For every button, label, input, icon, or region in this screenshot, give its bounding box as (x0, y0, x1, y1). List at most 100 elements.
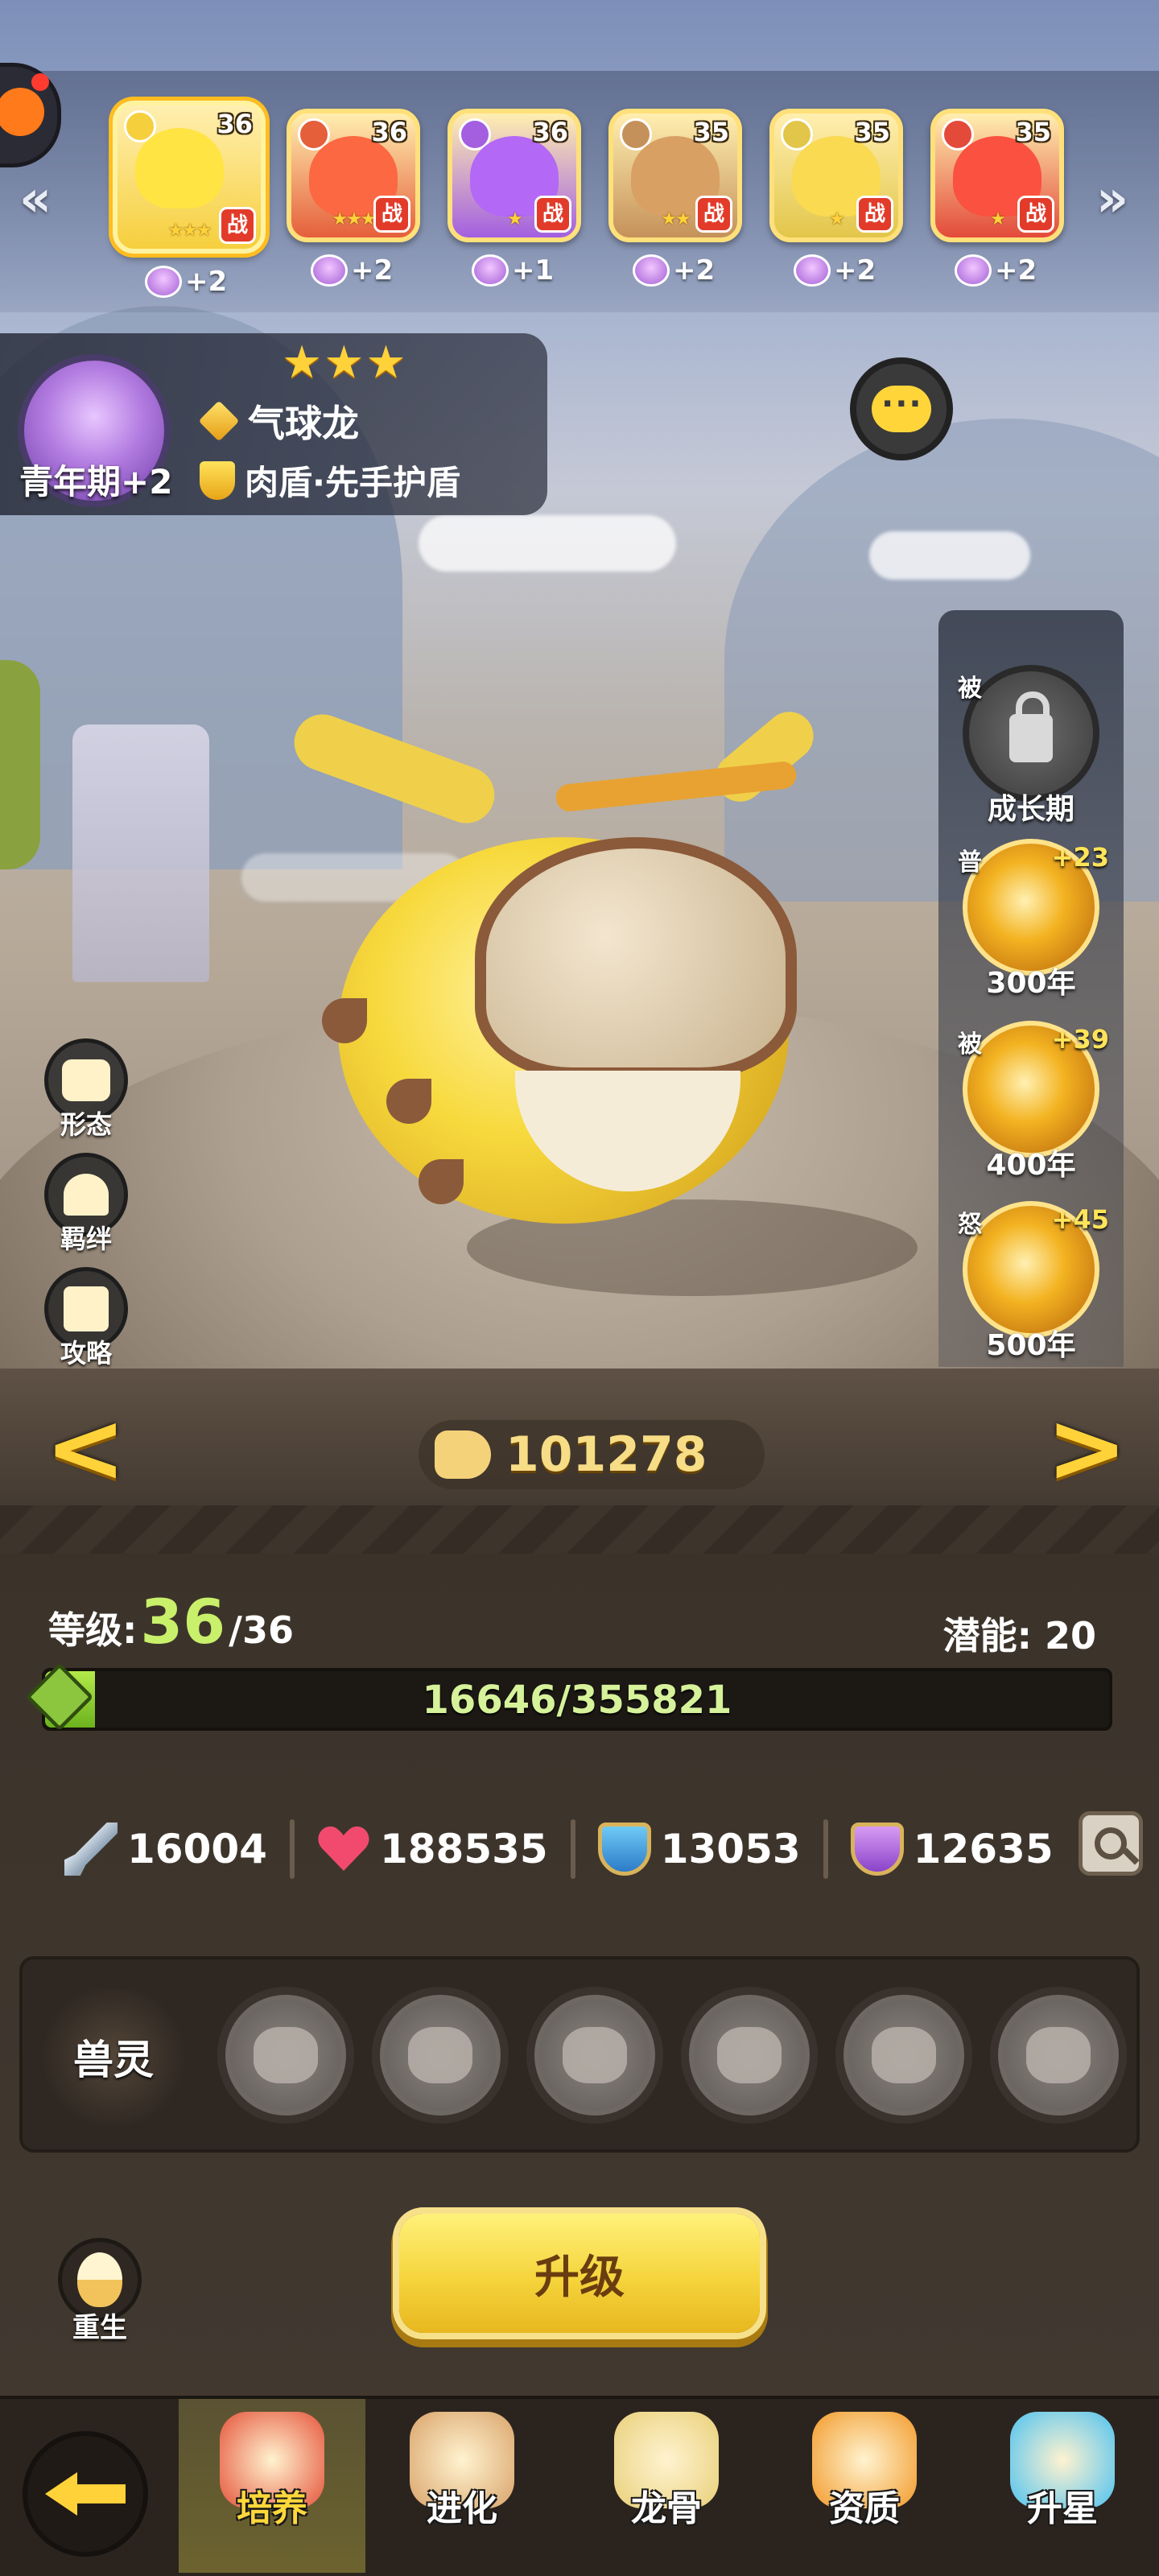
pet-growth-plus: +2 (794, 254, 876, 287)
stats-detail-button[interactable] (1079, 1811, 1143, 1876)
roster-prev-button[interactable]: « (19, 169, 52, 228)
skill-type-tag: 被 (958, 675, 982, 703)
pet-stars: ★ (829, 209, 845, 229)
tab-aptitude[interactable]: 资质 (771, 2399, 958, 2573)
skill-slot[interactable]: 被 +39 400年 (947, 1021, 1116, 1183)
shield-role-icon (200, 460, 235, 500)
skill-slot[interactable]: 怒 +45 500年 (947, 1201, 1116, 1364)
spirit-silhouette-icon (1026, 2027, 1091, 2083)
bond-button[interactable]: 羁绊 (42, 1153, 130, 1256)
in-battle-badge: 战 (695, 196, 732, 233)
hp-value: 188535 (379, 1826, 548, 1872)
paw-egg-icon (472, 254, 509, 287)
skill-type-tag: 被 (958, 1030, 982, 1059)
cracked-egg-icon (77, 2252, 122, 2307)
next-pet-arrow[interactable]: > (1046, 1401, 1128, 1497)
pet-level: 36 (532, 117, 568, 147)
upgrade-button[interactable]: 升级 (399, 2214, 760, 2333)
back-button[interactable] (23, 2431, 148, 2557)
spirit-silhouette-icon (254, 2027, 318, 2083)
tab-label: 升星 (1027, 2488, 1098, 2529)
roster-next-button[interactable]: » (1096, 169, 1128, 228)
growth-plus-value: +2 (185, 266, 228, 298)
background-plant (0, 660, 40, 869)
spirit-silhouette-icon (872, 2027, 936, 2083)
in-battle-badge: 战 (1017, 196, 1054, 233)
pet-roster-card[interactable]: 36 ★ 战 (448, 109, 581, 242)
rebirth-label: 重生 (72, 2312, 127, 2344)
growth-plus-value: +2 (351, 254, 394, 287)
tab-dragon-bone[interactable]: 龙骨 (573, 2399, 760, 2573)
in-battle-badge: 战 (219, 207, 256, 244)
stats-row: 16004 188535 13053 12635 (64, 1819, 1095, 1879)
magic-defense-stat: 12635 (850, 1823, 1054, 1876)
pet-level: 36 (217, 109, 253, 139)
level-label: 等级: (48, 1608, 138, 1652)
skill-bonus: +45 (1051, 1204, 1109, 1235)
back-arrow-icon (45, 2472, 126, 2516)
background-cloud (419, 515, 676, 572)
rebirth-button[interactable]: 重生 (52, 2238, 148, 2345)
beast-spirit-slot[interactable] (681, 1987, 818, 2124)
tab-evolve[interactable]: 进化 (369, 2399, 555, 2573)
notification-dot (31, 73, 49, 91)
skill-type-tag: 怒 (958, 1211, 982, 1239)
pet-roster-card[interactable]: 35 ★ 战 (769, 109, 903, 242)
beast-spirit-slot[interactable] (990, 1987, 1127, 2124)
pet-stars: ★ (507, 209, 523, 229)
prev-pet-arrow[interactable]: < (45, 1401, 126, 1497)
pet-roster-card[interactable]: 36 ★★★ 战 (287, 109, 420, 242)
beast-spirit-slot[interactable] (217, 1987, 354, 2124)
stat-divider (289, 1819, 295, 1879)
tab-star-up[interactable]: 升星 (969, 2399, 1156, 2573)
defense-stat: 13053 (597, 1823, 801, 1876)
lock-icon (1009, 691, 1053, 762)
pet-stars: ★ (990, 209, 1006, 229)
pet-trait: 肉盾·先手护盾 (245, 463, 460, 502)
beast-spirit-slot[interactable] (526, 1987, 663, 2124)
tab-label: 培养 (237, 2488, 307, 2529)
pet-model-balloon-dragon[interactable] (306, 724, 853, 1224)
blue-shield-icon (597, 1823, 651, 1876)
magnifier-icon (1095, 1827, 1127, 1860)
paw-egg-icon (633, 254, 670, 287)
skill-slot[interactable]: 普 +23 300年 (947, 839, 1116, 1001)
growth-plus-value: +2 (673, 254, 716, 287)
tab-cultivate[interactable]: 培养 (179, 2399, 365, 2573)
hp-stat: 188535 (317, 1823, 548, 1876)
assistant-face-icon (0, 88, 44, 136)
pet-name-row: 气球龙 (198, 394, 359, 448)
magic-defense-value: 12635 (913, 1826, 1054, 1872)
pet-level: 35 (693, 117, 729, 147)
heart-icon (317, 1823, 370, 1876)
form-label: 形态 (60, 1109, 112, 1140)
heart-icon (64, 1174, 109, 1216)
pet-roster-card[interactable]: 35 ★ 战 (930, 109, 1064, 242)
growth-plus-value: +2 (834, 254, 876, 287)
skill-type-tag: 普 (958, 848, 982, 877)
skill-slot[interactable]: 被成长期 (947, 665, 1116, 828)
skill-caption: 300年 (986, 967, 1076, 1000)
bond-label: 羁绊 (60, 1224, 112, 1254)
pet-growth-plus: +2 (145, 266, 227, 298)
chat-button[interactable] (850, 357, 953, 460)
guide-button[interactable]: 攻略 (42, 1267, 130, 1370)
purple-shield-icon (850, 1823, 904, 1876)
beast-spirit-slot[interactable] (372, 1987, 509, 2124)
beast-spirit-slot[interactable] (835, 1987, 972, 2124)
panel-top-edge (0, 1505, 1159, 1554)
spirit-silhouette-icon (408, 2027, 472, 2083)
skill-caption: 500年 (986, 1329, 1076, 1362)
background-tower (72, 724, 209, 982)
pet-stars: ★★ (661, 209, 691, 229)
pet-roster-card[interactable]: 35 ★★ 战 (608, 109, 742, 242)
guide-chart-icon (64, 1286, 109, 1331)
form-button[interactable]: 形态 (42, 1038, 130, 1141)
level-row: 等级: 36 /36 (48, 1586, 294, 1657)
pet-trait-row: 肉盾·先手护盾 (200, 456, 460, 505)
pet-roster-card[interactable]: 36 ★★★ 战 (113, 101, 266, 254)
skill-bonus: +23 (1051, 842, 1109, 873)
pet-growth-plus: +1 (472, 254, 554, 287)
potential-row: 潜能: 20 (943, 1607, 1096, 1660)
pet-stars: ★★★ (332, 209, 376, 229)
